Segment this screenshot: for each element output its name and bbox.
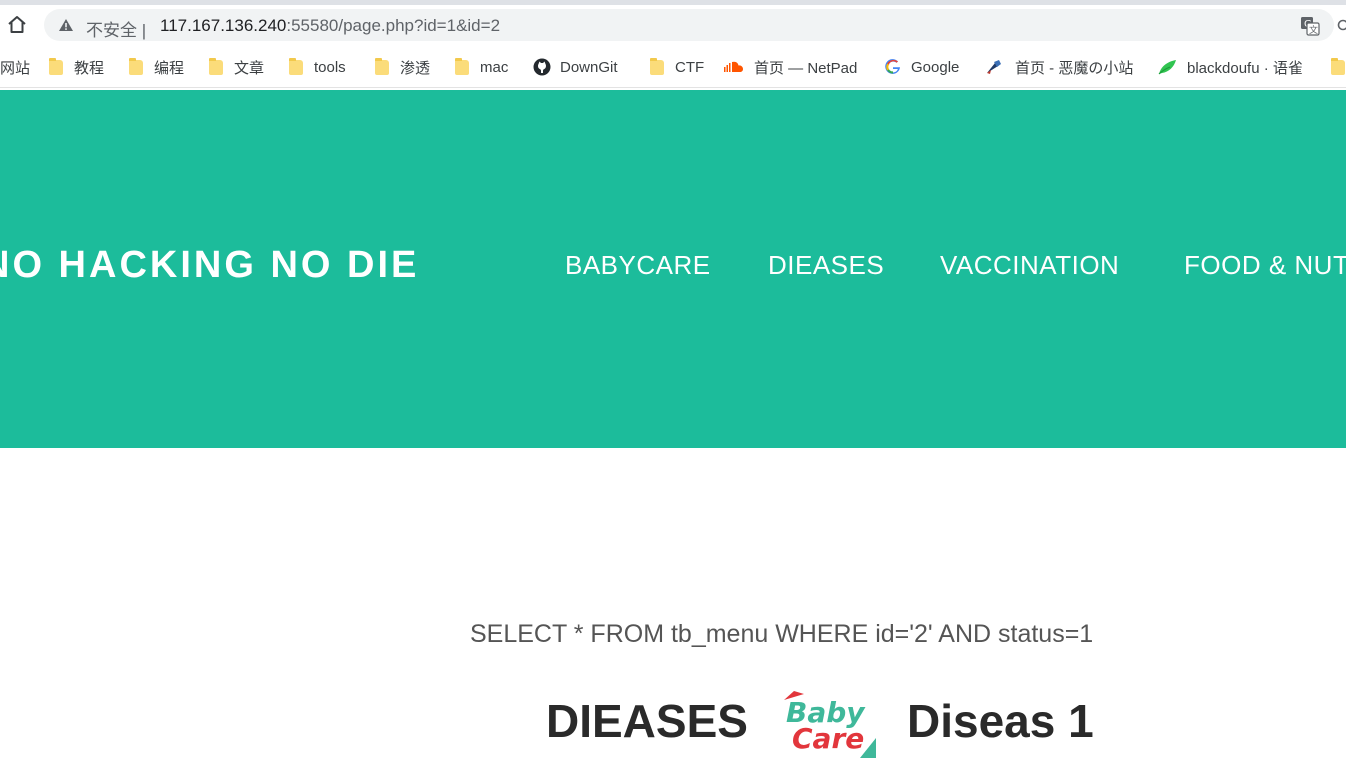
nav-babycare[interactable]: BABYCARE	[565, 250, 711, 281]
nav-dieases[interactable]: DIEASES	[768, 250, 884, 281]
bookmark-tools[interactable]: tools	[288, 57, 346, 77]
bookmarks-bar: 网站 教程 编程 文章 tools 渗透 mac DownGit CTF 首页 …	[0, 45, 1346, 88]
github-icon	[533, 58, 551, 76]
warning-icon[interactable]	[58, 18, 74, 32]
bookmark-programming[interactable]: 编程	[128, 57, 184, 77]
bookmark-websites[interactable]: 网站	[0, 57, 30, 77]
bookmark-devil-site[interactable]: 首页 - 恶魔の小站	[986, 57, 1133, 77]
folder-icon	[1330, 58, 1346, 75]
bookmark-articles[interactable]: 文章	[208, 57, 264, 77]
babycare-logo: Baby Care	[784, 691, 876, 758]
google-icon	[885, 59, 901, 75]
svg-text:文: 文	[1309, 24, 1318, 36]
translate-icon[interactable]: G 文	[1300, 16, 1320, 36]
folder-icon	[374, 58, 390, 75]
folder-icon	[48, 58, 64, 75]
bookmark-google[interactable]: Google	[885, 57, 959, 77]
disease-title: Diseas 1	[907, 695, 1094, 747]
bookmark-ctf[interactable]: CTF	[649, 57, 704, 77]
site-header: NO HACKING NO DIE BABYCARE DIEASES VACCI…	[0, 90, 1346, 448]
security-status[interactable]: 不安全 |	[86, 16, 146, 41]
folder-icon	[288, 58, 304, 75]
browser-toolbar: 不安全 | 117.167.136.240:55580/page.php?id=…	[0, 5, 1346, 45]
bookmark-pentest[interactable]: 渗透	[374, 57, 430, 77]
bookmark-netpad[interactable]: 首页 — NetPad	[724, 57, 857, 77]
nav-food-nutrition[interactable]: FOOD & NUTRITION	[1184, 250, 1346, 281]
home-icon[interactable]	[5, 13, 29, 37]
category-title: DIEASES	[546, 695, 748, 747]
url-text[interactable]: 117.167.136.240:55580/page.php?id=1&id=2	[160, 16, 500, 36]
folder-icon	[649, 58, 665, 75]
folder-icon	[208, 58, 224, 75]
nav-vaccination[interactable]: VACCINATION	[940, 250, 1119, 281]
svg-text:Care: Care	[792, 722, 864, 755]
bookmark-downgit[interactable]: DownGit	[533, 57, 618, 77]
yuque-icon	[1158, 59, 1177, 75]
soundcloud-icon	[724, 59, 744, 75]
folder-icon	[128, 58, 144, 75]
bookmark-tutorials[interactable]: 教程	[48, 57, 104, 77]
devil-site-icon	[986, 59, 1002, 75]
address-bar[interactable]: 不安全 | 117.167.136.240:55580/page.php?id=…	[44, 9, 1334, 41]
sql-query-text: SELECT * FROM tb_menu WHERE id='2' AND s…	[470, 620, 1094, 648]
bookmark-overflow-folder[interactable]	[1330, 57, 1346, 77]
site-brand[interactable]: NO HACKING NO DIE	[0, 244, 419, 287]
search-icon[interactable]	[1337, 19, 1346, 33]
bookmark-yuque[interactable]: blackdoufu · 语雀	[1158, 57, 1303, 77]
folder-icon	[454, 58, 470, 75]
bookmark-mac[interactable]: mac	[454, 57, 508, 77]
